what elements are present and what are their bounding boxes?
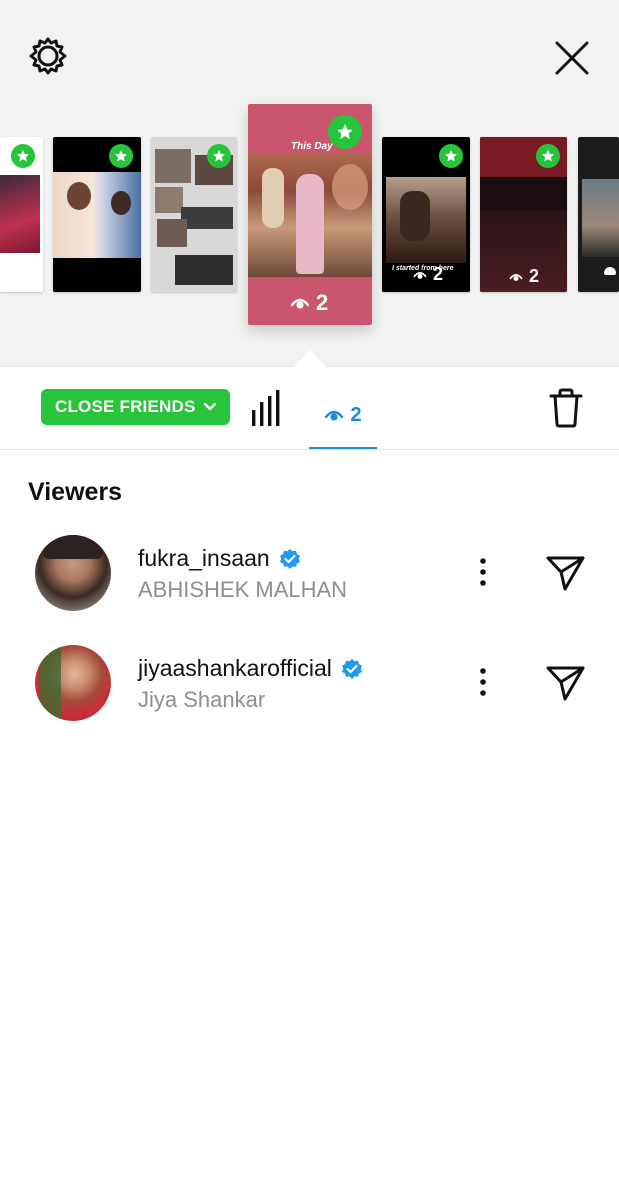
viewers-tab[interactable]: 2 <box>309 383 377 449</box>
eye-icon <box>509 273 523 281</box>
close-button[interactable] <box>550 36 594 80</box>
verified-badge-icon <box>279 548 300 569</box>
story-thumbnail[interactable] <box>0 137 43 292</box>
eye-icon <box>325 410 344 421</box>
story-view-count: 2 <box>290 290 328 316</box>
gear-icon <box>29 37 67 75</box>
bar-chart-icon <box>252 390 280 426</box>
selected-story-pointer <box>294 350 326 367</box>
delete-button[interactable] <box>544 385 588 431</box>
more-vertical-icon <box>480 558 486 586</box>
send-message-button[interactable] <box>543 553 587 593</box>
story-view-count-value: 2 <box>433 264 444 284</box>
story-view-count: 2 <box>413 264 443 285</box>
story-thumbnail[interactable] <box>151 137 237 292</box>
viewer-row[interactable]: fukra_insaan ABHISHEK MALHAN <box>0 535 619 625</box>
avatar[interactable] <box>35 645 111 721</box>
viewer-full-name: Jiya Shankar <box>138 687 266 712</box>
story-thumbnail[interactable]: I started from here 2 <box>382 137 470 292</box>
close-friends-star-icon <box>109 144 133 168</box>
viewer-username[interactable]: jiyaashankarofficial <box>138 655 332 682</box>
selected-story-thumbnail[interactable]: This Day 2 <box>248 104 372 325</box>
close-friends-star-icon <box>536 144 560 168</box>
verified-badge-icon <box>341 658 362 679</box>
story-view-count: 2 <box>509 266 539 287</box>
trash-icon <box>549 388 583 428</box>
close-friends-star-icon <box>207 144 231 168</box>
audience-label: CLOSE FRIENDS <box>55 397 196 416</box>
viewers-heading: Viewers <box>28 478 123 506</box>
viewer-username[interactable]: fukra_insaan <box>138 545 270 572</box>
send-icon <box>546 556 585 591</box>
story-view-count-value: 2 <box>316 290 329 315</box>
close-friends-star-icon <box>11 144 35 168</box>
chevron-down-icon <box>203 403 216 411</box>
settings-button[interactable] <box>26 34 70 78</box>
story-thumbnail[interactable] <box>578 137 619 292</box>
more-options-button[interactable] <box>470 665 496 699</box>
story-view-count-value: 2 <box>529 266 540 286</box>
eye-icon <box>290 298 310 309</box>
story-caption: This Day <box>291 141 333 152</box>
insights-tab[interactable] <box>246 387 288 429</box>
viewer-row[interactable]: jiyaashankarofficial Jiya Shankar <box>0 645 619 735</box>
viewers-count: 2 <box>350 403 362 426</box>
stories-strip-area: This Day 2 I started from here 2 2 <box>0 0 619 367</box>
close-friends-star-icon <box>439 144 463 168</box>
story-insights-tabs: CLOSE FRIENDS 2 <box>0 367 619 450</box>
close-icon <box>555 41 589 75</box>
audience-dropdown[interactable]: CLOSE FRIENDS <box>41 389 230 425</box>
close-friends-star-icon <box>328 115 362 149</box>
viewer-full-name: ABHISHEK MALHAN <box>138 577 348 602</box>
story-thumbnail[interactable]: 2 <box>480 137 567 292</box>
eye-icon <box>413 271 427 279</box>
avatar[interactable] <box>35 535 111 611</box>
more-vertical-icon <box>480 668 486 696</box>
send-message-button[interactable] <box>543 663 587 703</box>
send-icon <box>546 666 585 701</box>
story-thumbnail[interactable] <box>53 137 141 292</box>
more-options-button[interactable] <box>470 555 496 589</box>
